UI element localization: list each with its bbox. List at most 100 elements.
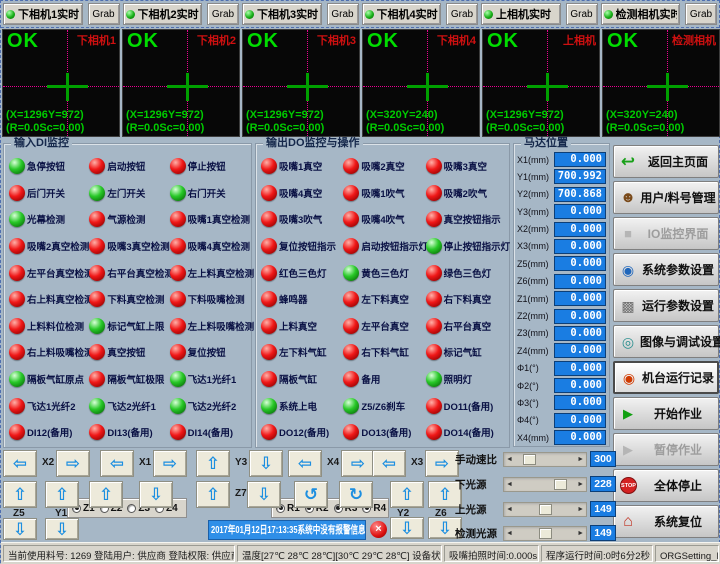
- jog-y3-pos-button[interactable]: ⇩: [249, 450, 283, 477]
- do-item[interactable]: 系统上电: [261, 392, 343, 419]
- slider-value: 300: [590, 451, 616, 467]
- camera-live-button[interactable]: 上相机实时: [481, 3, 561, 25]
- do-item[interactable]: 标记气缸: [426, 339, 508, 366]
- system-params-button[interactable]: ◉系统参数设置: [613, 253, 719, 286]
- reset-button[interactable]: ⌂系统复位: [613, 505, 719, 538]
- status-led-icon: [170, 291, 186, 307]
- radio-label: R4: [373, 503, 386, 514]
- jog-y3-neg-button[interactable]: ⇧: [196, 450, 230, 477]
- jog-z7-up-button[interactable]: ⇧: [196, 481, 230, 508]
- do-item[interactable]: 红色三色灯: [261, 259, 343, 286]
- jog-y1-down-button[interactable]: ⇩: [45, 518, 79, 540]
- do-item[interactable]: 启动按钮指示灯: [343, 233, 425, 260]
- alarm-close-icon[interactable]: [370, 521, 387, 538]
- jog-x4-neg-button[interactable]: ⇦: [288, 450, 322, 477]
- do-item[interactable]: Z5/Z6刹车: [343, 392, 425, 419]
- do-item-label: DO13(备用): [361, 425, 411, 439]
- do-item[interactable]: 右平台真空: [426, 313, 508, 340]
- di-item-label: 左门开关: [107, 186, 145, 200]
- jog-y2-down-button[interactable]: ⇩: [390, 517, 424, 539]
- do-item[interactable]: DO12(备用): [261, 419, 343, 446]
- start-button[interactable]: ▶开始作业: [613, 397, 719, 430]
- do-item[interactable]: 吸嘴2吹气: [426, 180, 508, 207]
- camera-live-button[interactable]: 下相机4实时: [362, 3, 442, 25]
- rotate-cw-button[interactable]: ↻: [339, 481, 373, 508]
- do-item[interactable]: 复位按钮指示: [261, 233, 343, 260]
- slider-thumb[interactable]: [554, 479, 567, 490]
- do-item[interactable]: 吸嘴4真空: [261, 180, 343, 207]
- slider-track[interactable]: ◄►: [503, 477, 587, 492]
- grab-button[interactable]: Grab: [566, 3, 598, 25]
- do-item[interactable]: 吸嘴1真空: [261, 153, 343, 180]
- do-item[interactable]: 照明灯: [426, 366, 508, 393]
- slider-thumb[interactable]: [539, 528, 552, 539]
- jog-x1-pos-button[interactable]: ⇨: [153, 450, 187, 477]
- stop-button[interactable]: STOP全体停止: [613, 469, 719, 502]
- do-item[interactable]: 吸嘴2真空: [343, 153, 425, 180]
- user-button[interactable]: ☻用户/料号管理: [613, 181, 719, 214]
- return-button[interactable]: ↩返回主页面: [613, 145, 719, 178]
- do-item[interactable]: 真空按钮指示: [426, 206, 508, 233]
- do-item[interactable]: 吸嘴3真空: [426, 153, 508, 180]
- slider-track[interactable]: ◄►: [503, 452, 587, 467]
- di-item-label: 飞达2光纤2: [188, 399, 237, 413]
- status-led-icon: [426, 371, 442, 387]
- run-params-button[interactable]: ▩运行参数设置: [613, 289, 719, 322]
- io-button[interactable]: ■IO监控界面: [613, 217, 719, 250]
- di-item-label: 右门开关: [188, 186, 226, 200]
- do-item-label: 黄色三色灯: [361, 266, 409, 280]
- do-item[interactable]: 隔板气缸: [261, 366, 343, 393]
- do-item[interactable]: 吸嘴4吹气: [343, 206, 425, 233]
- do-item[interactable]: 左平台真空: [343, 313, 425, 340]
- do-item[interactable]: 蜂鸣器: [261, 286, 343, 313]
- grab-button[interactable]: Grab: [207, 3, 239, 25]
- camera-live-button[interactable]: 下相机3实时: [242, 3, 322, 25]
- do-item[interactable]: 右下料真空: [426, 286, 508, 313]
- camera-live-button[interactable]: 检测相机实时: [601, 3, 681, 25]
- grab-button[interactable]: Grab: [327, 3, 359, 25]
- do-item[interactable]: 右下料气缸: [343, 339, 425, 366]
- do-item[interactable]: 黄色三色灯: [343, 259, 425, 286]
- camera-live-button[interactable]: 下相机1实时: [3, 3, 83, 25]
- jog-x2-pos-button[interactable]: ⇨: [56, 450, 90, 477]
- jog-x4-pos-button[interactable]: ⇨: [341, 450, 375, 477]
- grab-button[interactable]: Grab: [88, 3, 120, 25]
- slider-track[interactable]: ◄►: [503, 502, 587, 517]
- grab-button[interactable]: Grab: [446, 3, 478, 25]
- jog-y2-up-button[interactable]: ⇧: [390, 481, 424, 508]
- slider-row: 下光源◄►228: [455, 475, 621, 493]
- jog-z7-down-button[interactable]: ⇩: [247, 481, 281, 508]
- rotate-ccw-button[interactable]: ↺: [294, 481, 328, 508]
- di-item-label: 下料吸嘴检测: [188, 292, 245, 306]
- jog-y1-up-button[interactable]: ⇧: [45, 481, 79, 508]
- camera-live-button[interactable]: 下相机2实时: [123, 3, 203, 25]
- jog-aux-up-button[interactable]: ⇧: [89, 481, 123, 508]
- do-item[interactable]: DO11(备用): [426, 392, 508, 419]
- do-item[interactable]: 停止按钮指示灯: [426, 233, 508, 260]
- pause-button[interactable]: ▶暂停作业: [613, 433, 719, 466]
- do-item[interactable]: DO14(备用): [426, 419, 508, 446]
- di-item: DI13(备用): [89, 419, 169, 446]
- jog-x3-pos-button[interactable]: ⇨: [425, 450, 459, 477]
- do-item[interactable]: 绿色三色灯: [426, 259, 508, 286]
- record-button[interactable]: ◉机台运行记录: [613, 361, 719, 394]
- do-item[interactable]: 上料真空: [261, 313, 343, 340]
- do-item[interactable]: 左下料气缸: [261, 339, 343, 366]
- motor-axis-value: 0.000: [554, 152, 606, 167]
- slider-track[interactable]: ◄►: [503, 526, 587, 541]
- jog-z5-up-button[interactable]: ⇧: [3, 481, 37, 508]
- grab-button[interactable]: Grab: [685, 3, 717, 25]
- slider-thumb[interactable]: [539, 504, 552, 515]
- jog-x2-neg-button[interactable]: ⇦: [3, 450, 37, 477]
- do-item[interactable]: 吸嘴3吹气: [261, 206, 343, 233]
- image-debug-button[interactable]: ◎图像与调试设置: [613, 325, 719, 358]
- jog-z5-down-button[interactable]: ⇩: [3, 518, 37, 540]
- jog-aux-down-button[interactable]: ⇩: [139, 481, 173, 508]
- do-item[interactable]: 吸嘴1吹气: [343, 180, 425, 207]
- do-item[interactable]: DO13(备用): [343, 419, 425, 446]
- jog-x3-neg-button[interactable]: ⇦: [372, 450, 406, 477]
- jog-x1-neg-button[interactable]: ⇦: [100, 450, 134, 477]
- slider-thumb[interactable]: [523, 454, 536, 465]
- do-item[interactable]: 备用: [343, 366, 425, 393]
- do-item[interactable]: 左下料真空: [343, 286, 425, 313]
